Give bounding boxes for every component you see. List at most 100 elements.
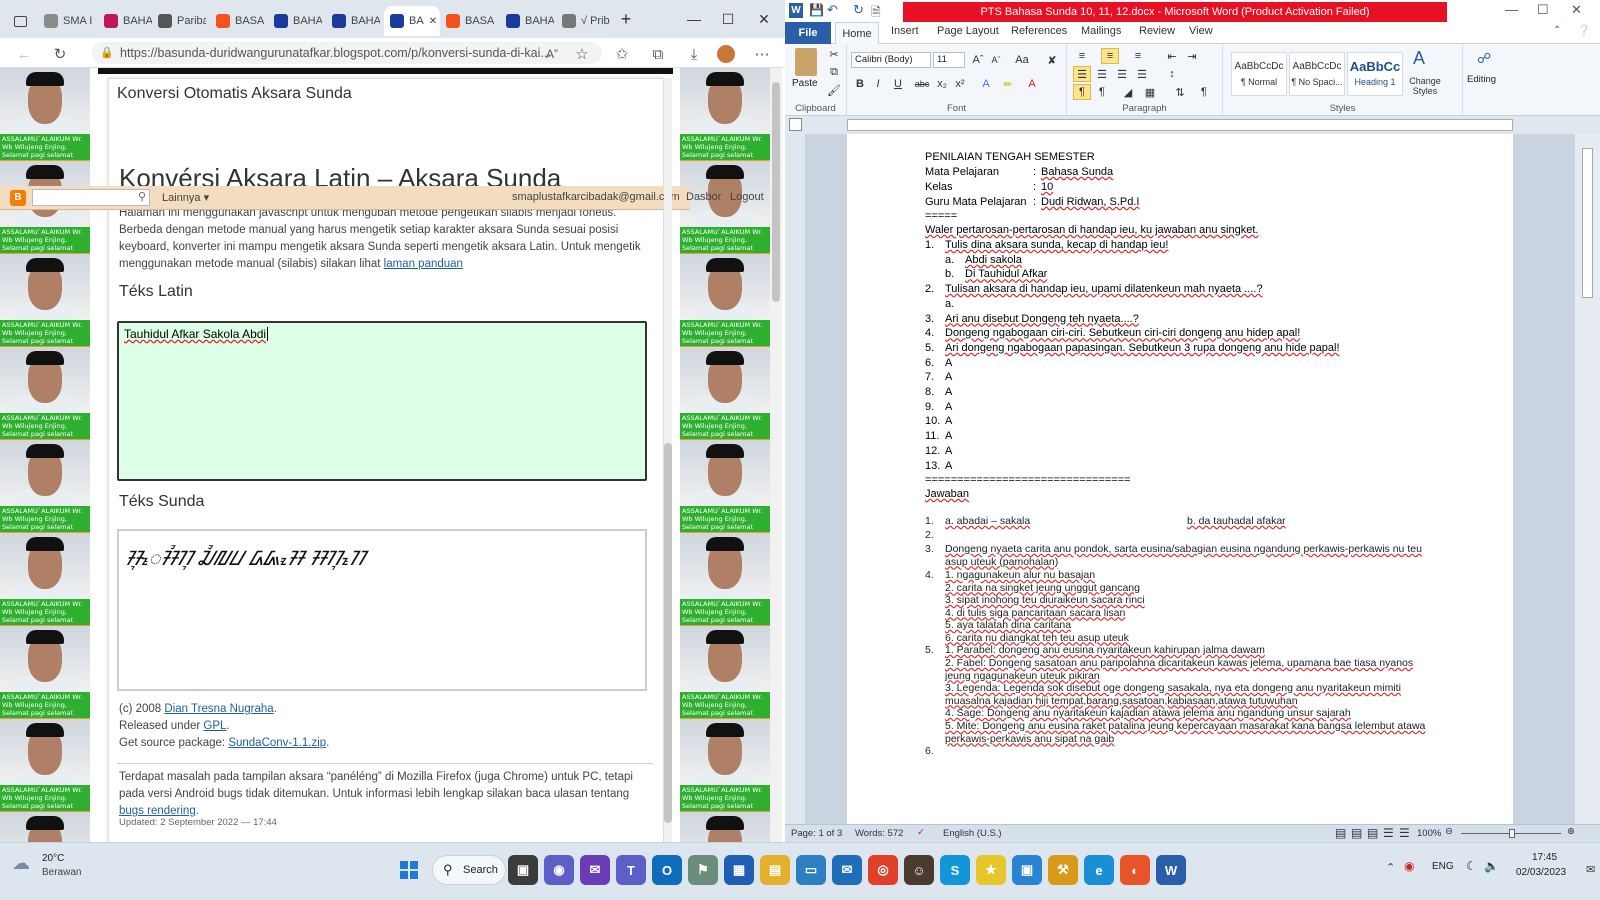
search-box[interactable]: ⚲ Search (432, 855, 506, 885)
page-count[interactable]: Page: 1 of 3 (791, 828, 842, 839)
shading-icon[interactable]: ◢ (1119, 84, 1137, 100)
browser-tab[interactable]: BAHA (268, 6, 322, 36)
edge-icon[interactable]: e (1084, 855, 1114, 885)
word-close-button[interactable]: ✕ (1571, 2, 1582, 18)
new-tab-button[interactable]: + (612, 8, 640, 30)
grow-font-icon[interactable]: Aˆ (969, 52, 987, 68)
profile-avatar[interactable] (716, 44, 736, 64)
favorites-icon[interactable]: ✩ (612, 44, 632, 64)
horizontal-ruler[interactable] (785, 116, 1600, 134)
browser-tab[interactable]: BAHA (500, 6, 554, 36)
tab-home[interactable]: Home (835, 22, 879, 44)
start-icon[interactable] (394, 855, 424, 885)
window-app-icon[interactable]: ▣ (1012, 855, 1042, 885)
browser-tab[interactable]: BASA (440, 6, 494, 36)
strikethrough-icon[interactable]: abc (913, 76, 931, 92)
document-page[interactable]: PENILAIAN TENGAH SEMESTER Mata Pelajaran… (847, 134, 1513, 824)
author-link[interactable]: Dian Tresna Nugraha (164, 703, 273, 715)
screen-icon[interactable]: ▭ (796, 855, 826, 885)
minimize-button[interactable]: — (680, 8, 708, 30)
page-scrollbar[interactable] (770, 68, 782, 862)
language-indicator[interactable]: ENG (1432, 861, 1454, 872)
maximize-button[interactable]: ☐ (714, 8, 742, 30)
outlook-icon[interactable]: O (652, 855, 682, 885)
multilevel-list-icon[interactable]: ≡ (1129, 48, 1147, 64)
underline-icon[interactable]: U (889, 76, 907, 92)
font-color-icon[interactable]: A (1023, 76, 1041, 92)
superscript-icon[interactable]: x² (951, 76, 969, 92)
align-right-icon[interactable]: ☰ (1113, 66, 1131, 82)
tab-page-layout[interactable]: Page Layout (937, 25, 999, 37)
language[interactable]: English (U.S.) (943, 828, 1002, 839)
skype-icon[interactable]: S (940, 855, 970, 885)
favorite-star-icon[interactable]: ☆ (572, 44, 592, 64)
binoculars-icon[interactable]: ☍ (1477, 50, 1491, 67)
word-logo-icon[interactable]: W (789, 3, 803, 18)
align-center-icon[interactable]: ☰ (1093, 66, 1111, 82)
style-heading-1[interactable]: AaBbCc Heading 1 (1347, 52, 1403, 96)
weather-status[interactable]: Berawan (42, 867, 81, 878)
search-icon[interactable]: ⚲ (138, 190, 146, 203)
logout-link[interactable]: Logout (730, 191, 764, 203)
refresh-icon[interactable]: ↻ (50, 44, 70, 64)
shrink-font-icon[interactable]: Aˇ (987, 52, 1005, 68)
chat-icon[interactable]: ◉ (544, 855, 574, 885)
temperature[interactable]: 20°C (42, 853, 64, 864)
tab-selector[interactable] (789, 118, 802, 131)
paste-icon[interactable] (795, 48, 817, 76)
rtl-icon[interactable]: ¶ (1093, 84, 1111, 100)
firefox-icon[interactable]: ◐ (1120, 855, 1150, 885)
sunda-text-output[interactable]: ᮞᮥᮦᮞᮤᮊᮥ ᮎᮤᮜᮗ ᮓᮏᮧᮞ ᮞᮊᮥᮊᮦ (117, 529, 647, 691)
style-normal[interactable]: AaBbCcDc ¶ Normal (1231, 52, 1287, 96)
word-maximize-button[interactable]: ☐ (1537, 2, 1549, 18)
copy-icon[interactable]: ⧉ (825, 64, 843, 80)
clock-date[interactable]: 02/03/2023 (1516, 867, 1566, 878)
store-icon[interactable]: ▦ (724, 855, 754, 885)
browser-tab[interactable]: BAHA (326, 6, 380, 36)
tray-chevron-icon[interactable]: ⌃ (1386, 861, 1395, 874)
downloads-icon[interactable]: ⤓ (684, 44, 704, 64)
blog-search-input[interactable]: ⚲ (32, 189, 150, 206)
align-left-icon[interactable]: ☰ (1073, 66, 1091, 82)
tools-app-icon[interactable]: ⚒ (1048, 855, 1078, 885)
collections-icon[interactable]: ⧉ (648, 44, 668, 64)
chrome-icon[interactable]: ◎ (868, 855, 898, 885)
justify-icon[interactable]: ☰ (1133, 66, 1151, 82)
save-icon[interactable]: 💾 (809, 3, 824, 17)
browser-tab[interactable]: BAHA (98, 6, 152, 36)
view-web-icon[interactable]: ▤ (1367, 826, 1378, 840)
change-styles-icon[interactable]: A (1413, 48, 1425, 69)
borders-icon[interactable]: ▦ (1141, 84, 1159, 100)
security-tray-icon[interactable]: ◉ (1404, 859, 1414, 873)
wifi-icon[interactable]: ☾ (1466, 859, 1477, 873)
user-avatar-icon[interactable]: ☺ (904, 855, 934, 885)
sticky-star-icon[interactable]: ★ (976, 855, 1006, 885)
proofing-icon[interactable]: ✓ (917, 827, 925, 838)
new-doc-icon[interactable]: 🗎 (871, 3, 881, 24)
word-minimize-button[interactable]: — (1505, 2, 1518, 17)
guide-link[interactable]: laman panduan (384, 258, 463, 270)
browser-tab[interactable]: BASA (210, 6, 264, 36)
tab-insert[interactable]: Insert (891, 25, 919, 37)
tab-mailings[interactable]: Mailings (1081, 25, 1121, 37)
read-aloud-icon[interactable]: A” (542, 44, 562, 64)
browser-tab[interactable]: √ Prib (556, 6, 610, 36)
change-styles-button[interactable]: Change Styles (1403, 76, 1447, 96)
blogger-logo-icon[interactable]: B (10, 190, 26, 206)
view-print-layout-icon[interactable]: ▤ (1335, 826, 1346, 840)
more-menu[interactable]: Lainnya ▾ (162, 191, 209, 204)
more-menu-icon[interactable]: ⋯ (752, 44, 772, 64)
source-link[interactable]: SundaConv-1.1.zip (228, 737, 326, 749)
inner-scrollbar[interactable] (664, 78, 672, 852)
back-icon[interactable]: ← (14, 44, 34, 64)
browser-tab[interactable]: SMA I (38, 6, 92, 36)
editing-button[interactable]: Editing (1467, 74, 1496, 85)
zoom-out-icon[interactable]: ⊖ (1445, 826, 1453, 837)
numbering-icon[interactable]: ≡ (1101, 48, 1119, 64)
zoom-in-icon[interactable]: ⊕ (1567, 826, 1575, 837)
subscript-icon[interactable]: x₂ (933, 76, 951, 92)
dashboard-link[interactable]: Dasbor (686, 191, 721, 203)
cut-icon[interactable]: ✂ (825, 46, 843, 62)
highlight-icon[interactable]: ✏ (999, 76, 1017, 92)
increase-indent-icon[interactable]: ⇥ (1183, 48, 1201, 64)
